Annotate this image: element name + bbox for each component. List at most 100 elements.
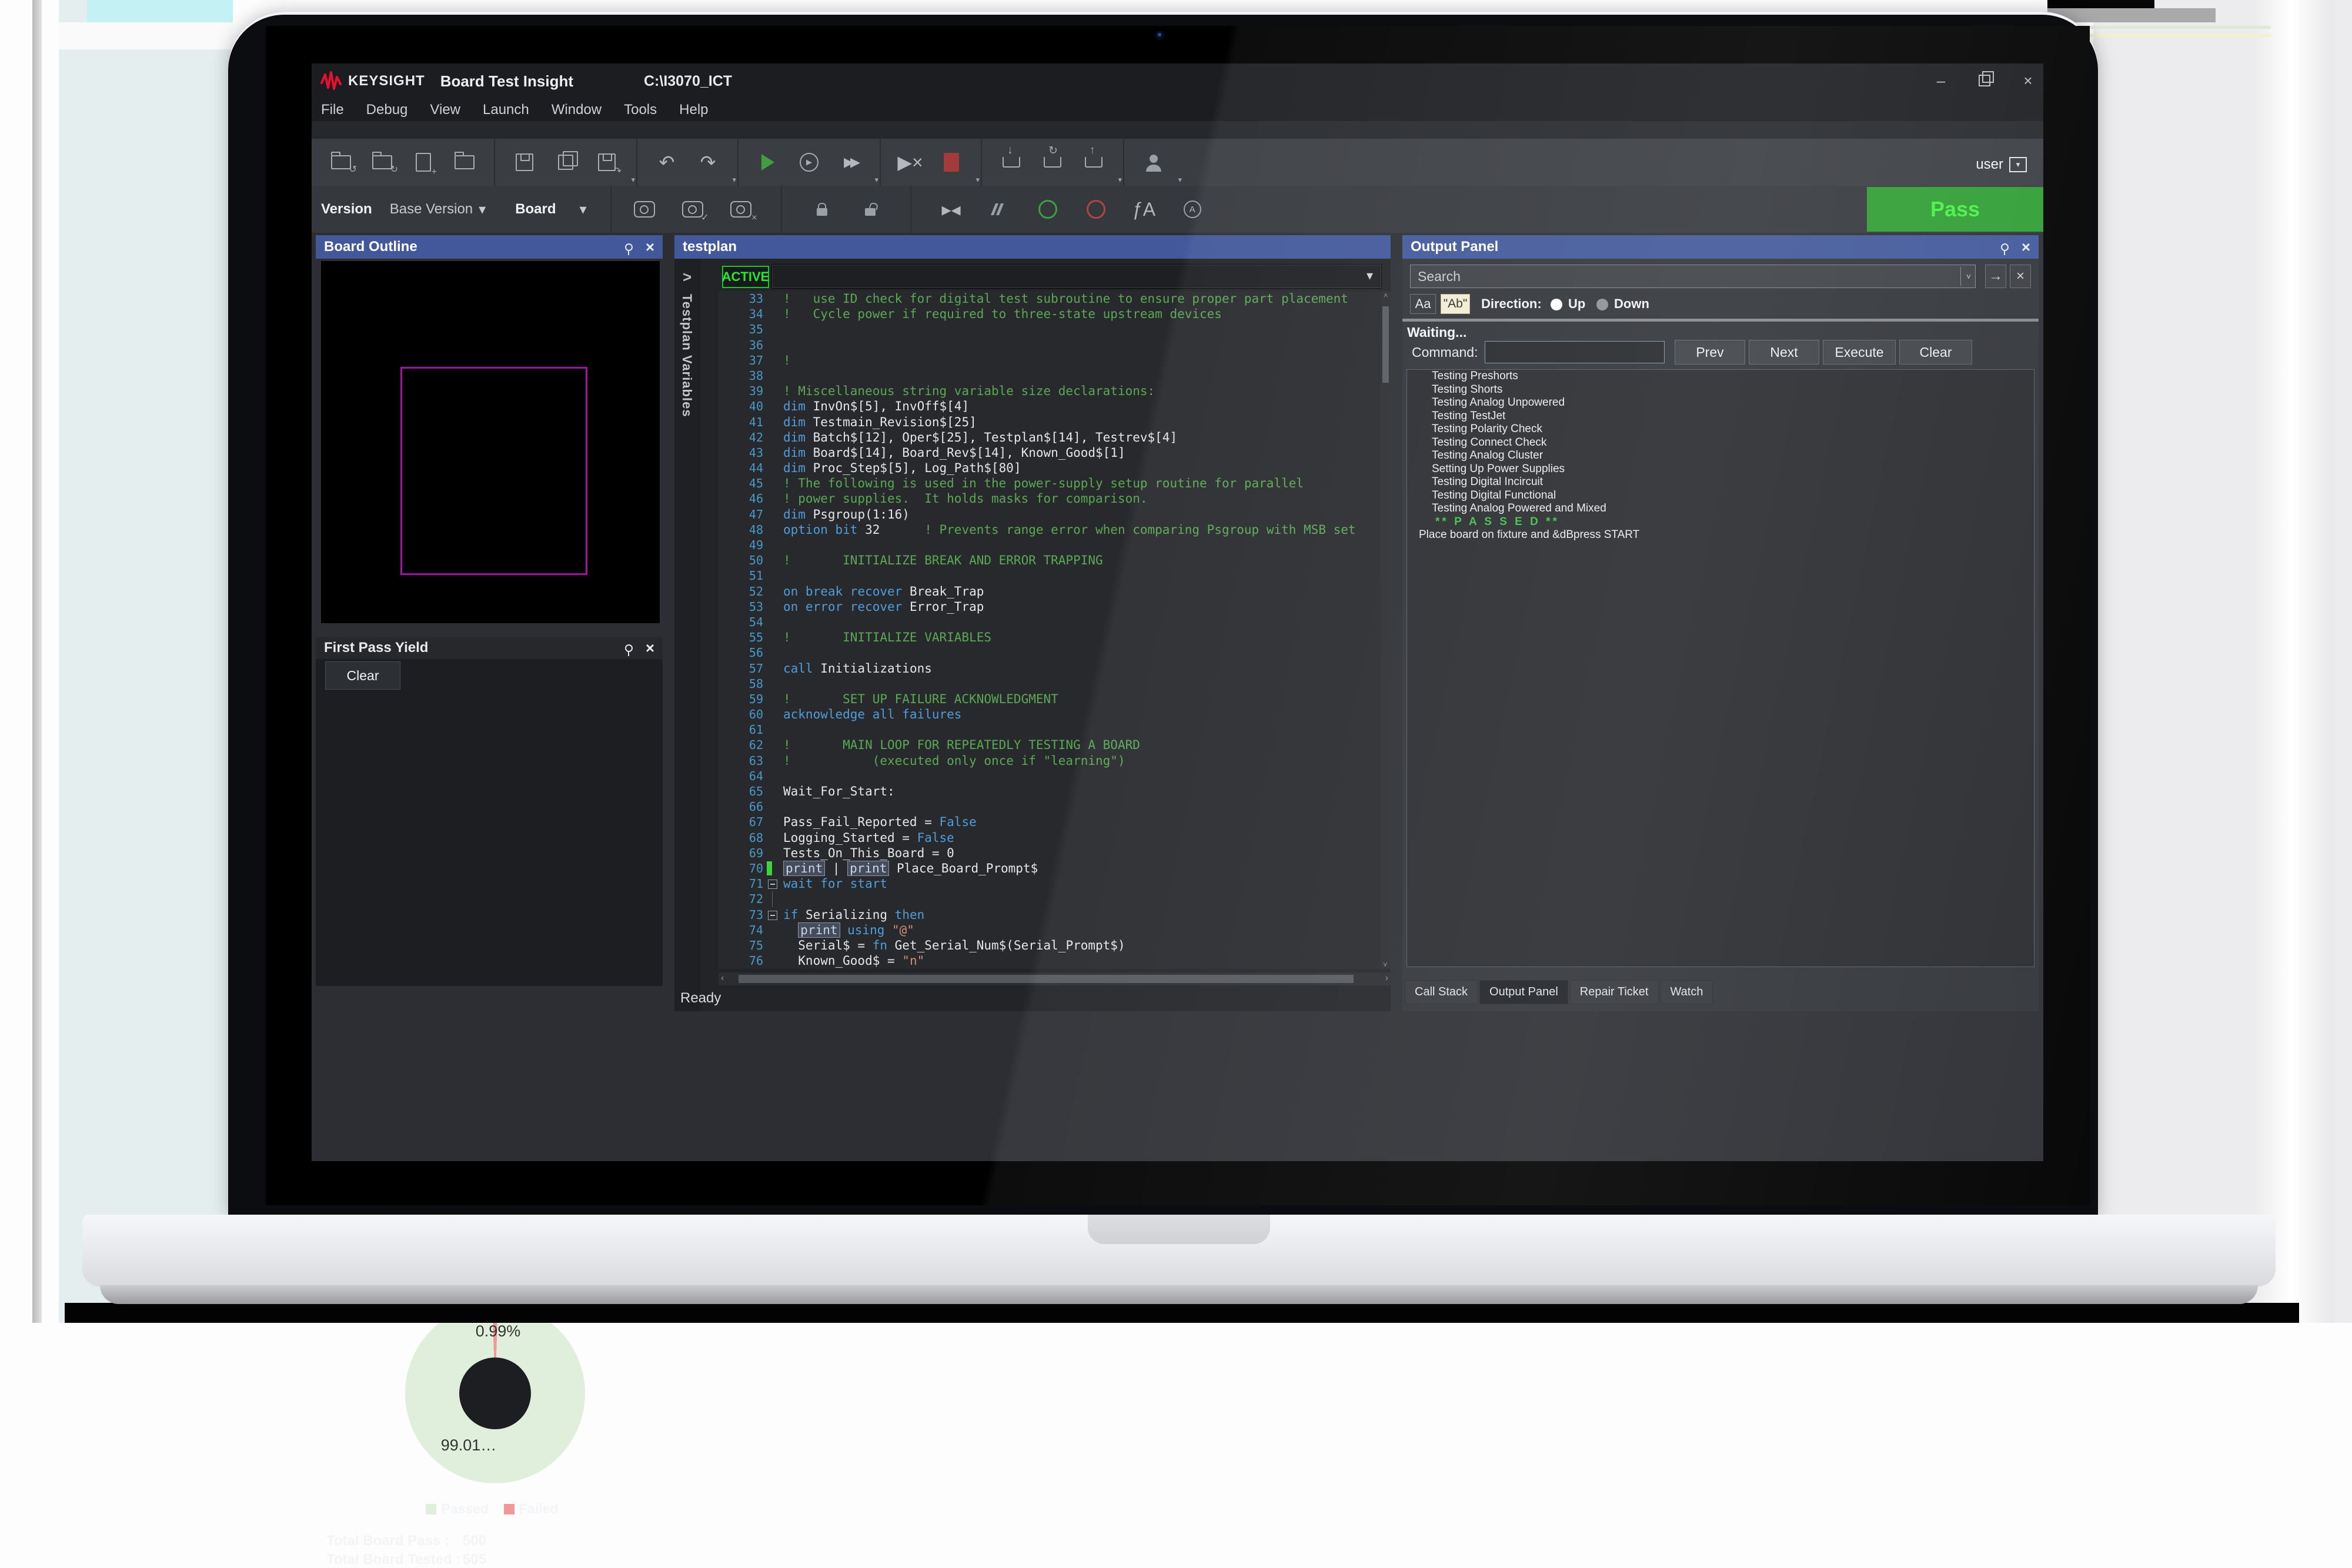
execute-button[interactable]: Execute bbox=[1823, 340, 1896, 365]
code-line-33[interactable]: 33! use ID check for digital test subrou… bbox=[719, 291, 1381, 306]
redo-button[interactable]: ↷ bbox=[691, 146, 724, 179]
code-line-50[interactable]: 50! INITIALIZE BREAK AND ERROR TRAPPING bbox=[719, 553, 1381, 568]
user-menu[interactable]: user ▾ bbox=[1976, 156, 2027, 173]
code-line-40[interactable]: 40dim InvOn$[5], InvOff$[4] bbox=[719, 399, 1381, 414]
code-line-72[interactable]: 72 bbox=[719, 891, 1381, 907]
font-edit-button[interactable]: ƒA bbox=[1128, 193, 1161, 226]
ring-red-button[interactable] bbox=[1080, 193, 1112, 226]
clear-button[interactable]: Clear bbox=[325, 661, 400, 690]
code-line-57[interactable]: 57call Initializations bbox=[719, 661, 1381, 676]
save-button[interactable] bbox=[508, 146, 541, 179]
undo-button[interactable]: ↶ bbox=[650, 146, 683, 179]
group-overflow-icon[interactable]: ▾ bbox=[874, 175, 878, 185]
code-line-69[interactable]: 69Tests_On_This_Board = 0 bbox=[719, 845, 1381, 861]
pin-icon[interactable] bbox=[2001, 243, 2009, 251]
code-line-59[interactable]: 59! SET UP FAILURE ACKNOWLEDGMENT bbox=[719, 691, 1381, 707]
code-line-44[interactable]: 44dim Proc_Step$[5], Log_Path$[80] bbox=[719, 460, 1381, 476]
code-line-43[interactable]: 43dim Board$[14], Board_Rev$[14], Known_… bbox=[719, 445, 1381, 460]
next-button[interactable]: Next bbox=[1749, 340, 1819, 365]
pin-icon[interactable] bbox=[625, 243, 633, 251]
code-line-39[interactable]: 39! Miscellaneous string variable size d… bbox=[719, 383, 1381, 399]
code-line-67[interactable]: 67Pass_Fail_Reported = False bbox=[719, 814, 1381, 830]
code-line-42[interactable]: 42dim Batch$[12], Oper$[25], Testplan$[1… bbox=[719, 430, 1381, 445]
board-dropdown[interactable]: ▾ bbox=[580, 201, 587, 218]
code-line-68[interactable]: 68Logging_Started = False bbox=[719, 830, 1381, 845]
stop-button[interactable] bbox=[935, 146, 968, 179]
code-line-45[interactable]: 45! The following is used in the power-s… bbox=[719, 476, 1381, 491]
tab-call-stack[interactable]: Call Stack bbox=[1405, 980, 1478, 1004]
direction-up-radio[interactable] bbox=[1551, 299, 1562, 310]
command-input[interactable] bbox=[1485, 341, 1665, 363]
code-line-41[interactable]: 41dim Testmain_Revision$[25] bbox=[719, 414, 1381, 430]
save-copy-button[interactable]: ↷ bbox=[590, 146, 623, 179]
search-go-button[interactable]: → bbox=[1985, 265, 2006, 288]
direction-down-radio[interactable] bbox=[1596, 299, 1608, 310]
code-line-63[interactable]: 63! (executed only once if "learning") bbox=[719, 753, 1381, 768]
board-x-button[interactable]: × bbox=[724, 193, 757, 226]
user-profile-button[interactable] bbox=[1137, 146, 1170, 179]
menu-help[interactable]: Help bbox=[679, 102, 708, 118]
code-line-52[interactable]: 52on break recover Break_Trap bbox=[719, 584, 1381, 599]
editor-horizontal-scrollbar[interactable]: ‹ › bbox=[719, 972, 1391, 985]
pin-icon[interactable] bbox=[625, 644, 633, 652]
tray-flip-button[interactable]: ↻ bbox=[1036, 146, 1069, 179]
testplan-variables-tab[interactable]: > Testplan Variables bbox=[674, 259, 700, 1011]
code-line-74[interactable]: 74print using "@" bbox=[719, 922, 1381, 938]
file-new-button[interactable]: + bbox=[407, 146, 440, 179]
code-line-54[interactable]: 54 bbox=[719, 614, 1381, 630]
lock-button[interactable] bbox=[806, 193, 838, 226]
step-circle-button[interactable]: ▶ bbox=[793, 146, 826, 179]
code-line-62[interactable]: 62! MAIN LOOP FOR REPEATEDLY TESTING A B… bbox=[719, 737, 1381, 753]
search-history-chevron-icon[interactable]: ˅ bbox=[1960, 267, 1976, 286]
circle-a-button[interactable]: A bbox=[1176, 193, 1209, 226]
code-line-55[interactable]: 55! INITIALIZE VARIABLES bbox=[719, 630, 1381, 645]
run-button[interactable] bbox=[751, 146, 784, 179]
folder-open-button[interactable] bbox=[448, 146, 481, 179]
code-line-65[interactable]: 65Wait_For_Start: bbox=[719, 784, 1381, 799]
code-line-47[interactable]: 47dim Psgroup(1:16) bbox=[719, 507, 1381, 522]
flash-button[interactable] bbox=[983, 193, 1016, 226]
section-dropdown[interactable]: ▾ bbox=[771, 264, 1382, 289]
whole-word-button[interactable]: "Ab" bbox=[1441, 294, 1470, 314]
restore-button[interactable] bbox=[1971, 68, 1998, 93]
code-line-61[interactable]: 61 bbox=[719, 722, 1381, 737]
close-icon[interactable]: × bbox=[646, 239, 654, 255]
search-input[interactable] bbox=[1410, 265, 1976, 288]
group-overflow-icon[interactable]: ▾ bbox=[631, 175, 635, 185]
code-line-66[interactable]: 66 bbox=[719, 799, 1381, 814]
code-line-64[interactable]: 64 bbox=[719, 768, 1381, 784]
step-double-button[interactable]: ▶▶ bbox=[834, 146, 867, 179]
ring-green-button[interactable] bbox=[1031, 193, 1064, 226]
tab-output-panel[interactable]: Output Panel bbox=[1479, 980, 1568, 1004]
code-line-48[interactable]: 48option bit 32 ! Prevents range error w… bbox=[719, 522, 1381, 537]
prev-button[interactable]: Prev bbox=[1675, 340, 1745, 365]
code-line-35[interactable]: 35 bbox=[719, 322, 1381, 337]
arrows-collide-button[interactable]: ▸◂ bbox=[935, 193, 968, 226]
search-clear-button[interactable]: × bbox=[2010, 265, 2031, 288]
group-overflow-icon[interactable]: ▾ bbox=[1178, 175, 1182, 185]
group-overflow-icon[interactable]: ▾ bbox=[1118, 175, 1122, 185]
output-log[interactable]: Testing PreshortsTesting ShortsTesting A… bbox=[1406, 369, 2034, 967]
tray-export-button[interactable]: ↑ bbox=[1077, 146, 1110, 179]
code-line-60[interactable]: 60acknowledge all failures bbox=[719, 707, 1381, 722]
close-button[interactable]: × bbox=[2014, 68, 2042, 93]
code-line-49[interactable]: 49 bbox=[719, 537, 1381, 553]
run-skip-button[interactable]: ▶× bbox=[894, 146, 927, 179]
board-check-button[interactable]: ✓ bbox=[676, 193, 709, 226]
scrollbar-thumb[interactable] bbox=[739, 975, 1354, 983]
clear-button[interactable]: Clear bbox=[1899, 340, 1972, 365]
code-line-37[interactable]: 37! bbox=[719, 353, 1381, 368]
code-editor[interactable]: 33! use ID check for digital test subrou… bbox=[719, 291, 1381, 969]
minimize-button[interactable]: – bbox=[1927, 68, 1955, 93]
code-line-56[interactable]: 56 bbox=[719, 645, 1381, 660]
save-all-button[interactable] bbox=[549, 146, 582, 179]
editor-vertical-scrollbar[interactable]: ˄˅ bbox=[1381, 291, 1391, 969]
testplan-tab-header[interactable]: testplan bbox=[674, 235, 1391, 259]
code-line-53[interactable]: 53on error recover Error_Trap bbox=[719, 599, 1381, 614]
group-overflow-icon[interactable]: ▾ bbox=[732, 175, 736, 185]
expand-icon[interactable]: > bbox=[683, 268, 691, 286]
close-icon[interactable]: × bbox=[646, 640, 654, 656]
folder-recent-button[interactable]: ↺ bbox=[325, 146, 358, 179]
code-line-71[interactable]: 71wait for start bbox=[719, 876, 1381, 891]
menu-file[interactable]: File bbox=[321, 102, 344, 118]
